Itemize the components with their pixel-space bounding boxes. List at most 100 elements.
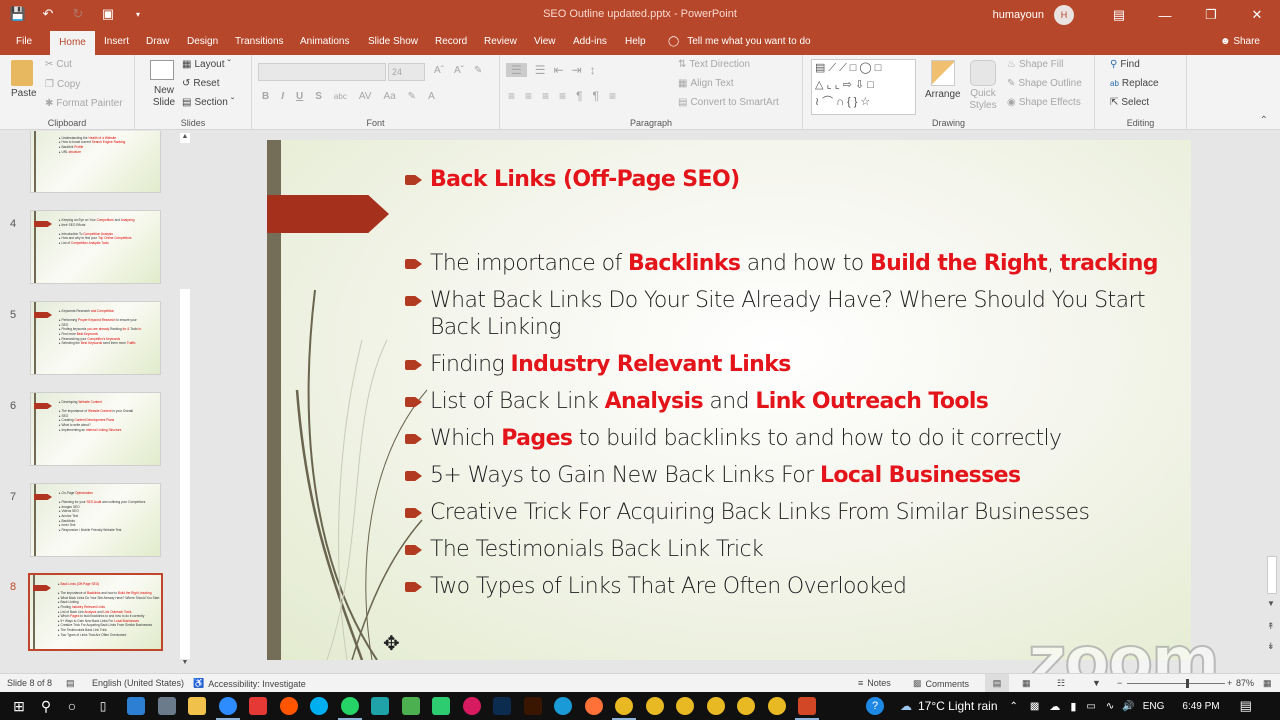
slide-thumbnail[interactable]: ▸ Developing Website Content ▸ The import… — [30, 392, 161, 466]
wifi-icon[interactable]: ∿ — [1106, 701, 1114, 712]
shape-effects-button[interactable]: ◉ Shape Effects — [1007, 97, 1081, 108]
new-slide-button[interactable]: New Slide — [149, 85, 179, 109]
tab-add-ins[interactable]: Add-ins — [565, 30, 615, 55]
zoom-out-button[interactable]: − — [1117, 678, 1122, 688]
ribbon-display-options-icon[interactable]: ▤ — [1096, 0, 1142, 30]
highlight-icon[interactable]: ✎ — [408, 91, 416, 102]
bold-button[interactable]: B — [262, 91, 269, 102]
avatar[interactable]: H — [1054, 5, 1074, 25]
chrome-6-app-icon[interactable] — [767, 697, 786, 715]
shadow-button[interactable]: S — [315, 91, 322, 102]
show-hidden-icons[interactable]: ⌃ — [1010, 701, 1018, 712]
tab-slide-show[interactable]: Slide Show — [360, 30, 426, 55]
app-green-app-icon[interactable] — [432, 697, 450, 715]
next-slide-icon[interactable]: ↡ — [1267, 641, 1275, 652]
columns-button[interactable]: ≡ — [609, 89, 616, 103]
screen-recorder-app-icon[interactable] — [249, 697, 267, 715]
skype-app-icon[interactable] — [310, 697, 328, 715]
previous-slide-icon[interactable]: ↟ — [1267, 621, 1275, 632]
slide-thumbnail[interactable]: ▸ On-Page Optimization ▸ Planning for you… — [30, 483, 161, 557]
slide-sorter-button[interactable]: ▦ — [1022, 678, 1031, 689]
font-name-field[interactable] — [258, 63, 386, 81]
slide-thumbnail[interactable]: ▸ Keeping an Eye on Your Competitors and… — [30, 210, 161, 284]
decrease-indent-button[interactable]: ⇤ — [554, 63, 564, 77]
bullet-item[interactable]: List of Back Link Analysis and Link Outr… — [405, 388, 1191, 415]
layout-button[interactable]: ▦ Layout ˇ — [182, 59, 231, 70]
character-spacing-button[interactable]: AV — [359, 91, 372, 102]
tab-home[interactable]: Home — [50, 31, 95, 56]
scroll-up-icon[interactable]: ▲ — [180, 133, 190, 143]
grow-font-icon[interactable]: Aˆ — [434, 65, 444, 76]
slide-scroll-thumb[interactable] — [1267, 556, 1277, 594]
search-icon[interactable]: ⚲ — [37, 697, 55, 715]
justify-button[interactable]: ≡ — [559, 89, 566, 103]
zoom-level[interactable]: 87% — [1236, 678, 1254, 688]
share-button[interactable]: ☻ Share — [1220, 30, 1260, 54]
tab-record[interactable]: Record — [427, 30, 475, 55]
help-icon[interactable]: ? — [866, 697, 884, 715]
app-d-app-icon[interactable] — [371, 697, 389, 715]
line-spacing-button[interactable]: ↕ — [590, 63, 596, 77]
firefox-app-icon[interactable] — [584, 697, 603, 715]
replace-button[interactable]: ab Replace — [1110, 78, 1159, 89]
shape-fill-button[interactable]: ♨ Shape Fill — [1007, 59, 1063, 70]
slide-scrollbar[interactable]: ▼ ↟ ↡ — [1264, 131, 1280, 671]
align-left-button[interactable]: ≡ — [508, 89, 515, 103]
tab-design[interactable]: Design — [179, 30, 226, 55]
spell-check-icon[interactable]: ▤ — [66, 678, 75, 689]
zoom-app-icon[interactable] — [215, 697, 240, 720]
paste-button[interactable]: Paste — [11, 88, 37, 99]
font-size-field[interactable]: 24 — [388, 63, 425, 81]
whatsapp-app-icon[interactable] — [337, 697, 362, 720]
tab-review[interactable]: Review — [476, 30, 525, 55]
strikethrough-button[interactable]: abc — [334, 92, 347, 101]
onedrive-icon[interactable]: ☁ — [1049, 700, 1060, 713]
fit-to-window-icon[interactable]: ▦ — [1263, 678, 1272, 689]
slide-thumbnail[interactable]: ▸ Back Links (Off-Page SEO) ▸ The importa… — [28, 573, 163, 651]
paste-icon[interactable] — [11, 60, 33, 86]
tab-view[interactable]: View — [526, 30, 564, 55]
normal-view-button[interactable]: ▤ — [985, 674, 1009, 692]
slide-heading-bullet[interactable]: Back Links (Off-Page SEO) — [405, 166, 1191, 193]
zoom-slider[interactable] — [1127, 679, 1225, 688]
current-slide[interactable]: Back Links (Off-Page SEO) The importance … — [267, 140, 1191, 660]
new-slide-icon[interactable] — [150, 60, 174, 80]
bullet-item[interactable]: 5+ Ways to Gain New Back Links For Local… — [405, 462, 1191, 489]
zoom-in-button[interactable]: + — [1227, 678, 1232, 688]
chrome-2-app-icon[interactable] — [645, 697, 664, 715]
numbering-button[interactable]: ☰ — [535, 63, 546, 77]
scroll-down-icon[interactable]: ▼ — [1267, 599, 1275, 608]
ltr-button[interactable]: ¶ — [576, 89, 582, 103]
shrink-font-icon[interactable]: Aˇ — [454, 65, 464, 76]
shapes-gallery[interactable]: ▤⟋⟋□◯□ △⌞⌞⇨⇩□ ≀⌒∩{}☆ — [811, 59, 916, 115]
collapse-ribbon-icon[interactable]: ⌃ — [1260, 115, 1268, 126]
app-record-app-icon[interactable] — [462, 697, 481, 715]
font-color-button[interactable]: A — [428, 91, 435, 102]
battery-icon[interactable]: ▭ — [1086, 701, 1095, 712]
quick-styles-button[interactable]: Quick Styles — [968, 88, 998, 112]
clock[interactable]: 6:49 PM — [1182, 701, 1219, 712]
underline-button[interactable]: U — [296, 91, 303, 102]
file-explorer-app-icon[interactable] — [188, 697, 206, 715]
shape-outline-button[interactable]: ✎ Shape Outline — [1007, 78, 1082, 89]
section-button[interactable]: ▤ Section ˇ — [182, 97, 234, 108]
comments-button[interactable]: ▩ Comments — [913, 678, 969, 689]
change-case-button[interactable]: Aa — [383, 91, 395, 102]
bullet-item[interactable]: What Back Links Do Your Site Already Hav… — [405, 287, 1191, 341]
calculator-app-icon[interactable] — [157, 697, 176, 715]
quick-styles-icon[interactable] — [970, 60, 996, 86]
minimize-button[interactable]: — — [1142, 0, 1188, 30]
notifications-icon[interactable]: ▤ — [1240, 698, 1252, 714]
format-painter-button[interactable]: ✱ Format Painter — [45, 98, 123, 109]
thumbnails-scroll-thumb[interactable] — [180, 289, 190, 659]
bullet-item[interactable]: Which Pages to build backlinks to and ho… — [405, 425, 1191, 452]
bullet-item[interactable]: Creative Trick For Acquiring Back Links … — [405, 499, 1191, 526]
microphone-icon[interactable]: ▮ — [1070, 700, 1076, 713]
soundcloud-app-icon[interactable] — [279, 697, 298, 715]
tab-transitions[interactable]: Transitions — [227, 30, 292, 55]
thumbnails-scrollbar[interactable]: ▲ ▼ — [178, 131, 192, 671]
align-right-button[interactable]: ≡ — [542, 89, 549, 103]
select-button[interactable]: ⇱ Select — [1110, 97, 1149, 108]
tab-insert[interactable]: Insert — [96, 30, 137, 55]
chrome-5-app-icon[interactable] — [737, 697, 755, 715]
